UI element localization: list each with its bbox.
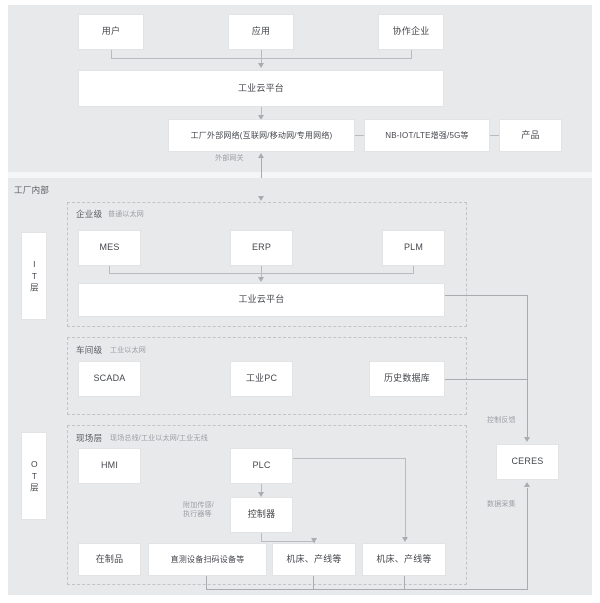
arrow-to-cloud-top: [257, 63, 264, 68]
node-ceres[interactable]: CERES: [496, 444, 559, 480]
node-controller[interactable]: 控制器: [230, 497, 293, 533]
node-user[interactable]: 用户: [78, 14, 144, 50]
node-industrial-cloud-platform-top[interactable]: 工业云平台: [78, 70, 444, 107]
node-plm[interactable]: PLM: [382, 230, 445, 266]
node-scan-device[interactable]: 直测设备扫码设备等: [148, 543, 267, 576]
connector-plm-down: [413, 266, 414, 274]
edge-label-extra-sensor-line1: 附加传感/: [183, 502, 214, 509]
connector-controller-right: [261, 541, 315, 542]
node-plc[interactable]: PLC: [230, 448, 293, 484]
arrow-control-feedback: [523, 437, 530, 442]
node-product[interactable]: 产品: [499, 119, 562, 152]
node-mes[interactable]: MES: [78, 230, 141, 266]
arrow-into-enterprise: [257, 196, 264, 201]
edge-label-control-feedback: 控制反馈: [487, 417, 516, 424]
node-machine-line-1[interactable]: 机床、产线等: [272, 543, 356, 576]
group-title-enterprise: 企业级: [76, 209, 103, 219]
node-industrial-cloud-platform-it[interactable]: 工业云平台: [78, 283, 445, 317]
group-subtitle-field: 现场总线/工业以太网/工业无线: [110, 435, 208, 442]
arrow-to-machine-line-2: [401, 537, 408, 542]
connector-control-feedback-vertical: [527, 295, 528, 437]
node-network-technology[interactable]: NB-IOT/LTE增强/5G等: [364, 119, 490, 152]
connector-partner-down: [411, 50, 412, 59]
connector-historian-right: [445, 379, 527, 380]
group-subtitle-workshop: 工业以太网: [110, 347, 146, 354]
connector-plc-right-down: [405, 458, 406, 539]
node-hmi[interactable]: HMI: [78, 448, 141, 484]
section-label-inside-factory: 工厂内部: [14, 185, 50, 195]
node-factory-external-network[interactable]: 工厂外部网络(互联网/移动网/专用网络): [168, 119, 355, 152]
node-application[interactable]: 应用: [228, 14, 294, 50]
connector-cloud-it-right: [445, 295, 527, 296]
connector-machine-1-down: [313, 576, 314, 590]
group-title-workshop: 车间级: [76, 345, 103, 355]
group-title-field: 现场层: [76, 433, 103, 443]
connector-app-down: [261, 50, 262, 64]
connector-net-link-2: [490, 135, 499, 136]
arrow-data-collection: [523, 482, 530, 487]
node-partner-enterprise[interactable]: 协作企业: [378, 14, 444, 50]
node-machine-line-2[interactable]: 机床、产线等: [362, 543, 446, 576]
edge-label-external-gateway: 外部网关: [215, 155, 244, 162]
connector-plc-right: [293, 458, 406, 459]
edge-label-extra-sensor-line2: 执行器等: [183, 511, 212, 519]
node-scada[interactable]: SCADA: [78, 361, 141, 397]
connector-net-link-1: [355, 135, 364, 136]
arrow-gateway-up: [257, 153, 264, 158]
group-subtitle-enterprise: 普通以太网: [108, 211, 144, 218]
node-work-in-process[interactable]: 在制品: [78, 543, 141, 576]
edge-label-data-collection: 数据采集: [487, 501, 516, 508]
lane-ot-layer: OT层: [21, 432, 47, 520]
node-historian-database[interactable]: 历史数据库: [369, 361, 445, 397]
connector-data-collection-vertical: [527, 488, 528, 590]
connector-scan-device-down: [206, 576, 207, 590]
diagram-canvas: 用户 应用 协作企业 工业云平台 工厂外部网络(互联网/移动网/专用网络) NB…: [0, 0, 600, 603]
connector-machine-2-down: [404, 576, 405, 590]
arrow-to-cloud-it: [257, 277, 264, 282]
lane-it-layer: IT层: [21, 232, 47, 320]
edge-label-extra-sensor: 附加传感/ 执行器等: [183, 501, 214, 520]
node-erp[interactable]: ERP: [230, 230, 293, 266]
node-industrial-pc[interactable]: 工业PC: [230, 361, 293, 397]
connector-bottom-bus: [206, 589, 527, 590]
